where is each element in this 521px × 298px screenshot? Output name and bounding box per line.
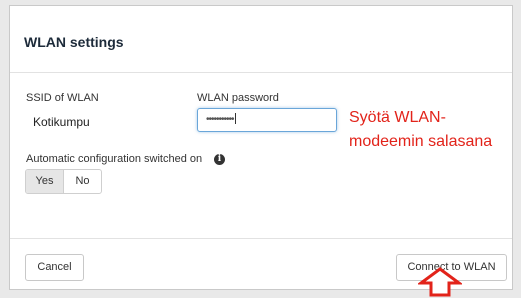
dialog-title: WLAN settings — [24, 34, 124, 50]
wlan-settings-dialog: WLAN settings SSID of WLAN Kotikumpu WLA… — [9, 5, 513, 290]
toggle-no-button[interactable]: No — [64, 170, 101, 193]
toggle-yes-button[interactable]: Yes — [26, 170, 64, 193]
ssid-label: SSID of WLAN — [26, 92, 99, 104]
password-input[interactable]: ••••••••••• — [197, 108, 337, 132]
info-icon[interactable]: i — [214, 154, 225, 165]
annotation-text: Syötä WLAN- modeemin salasana — [349, 106, 492, 154]
text-caret — [234, 113, 236, 124]
footer-divider — [10, 238, 512, 239]
annotation-line-2: modeemin salasana — [349, 133, 493, 150]
up-arrow-icon — [418, 267, 462, 297]
password-masked-text: ••••••••••• — [206, 114, 234, 125]
cancel-button[interactable]: Cancel — [25, 254, 84, 281]
annotation-line-1: Syötä WLAN- — [349, 109, 446, 126]
auto-config-toggle: Yes No — [25, 169, 102, 194]
auto-config-label: Automatic configuration switched on — [26, 153, 203, 165]
header-divider — [10, 72, 512, 73]
password-label: WLAN password — [197, 92, 279, 104]
ssid-value: Kotikumpu — [33, 115, 90, 129]
